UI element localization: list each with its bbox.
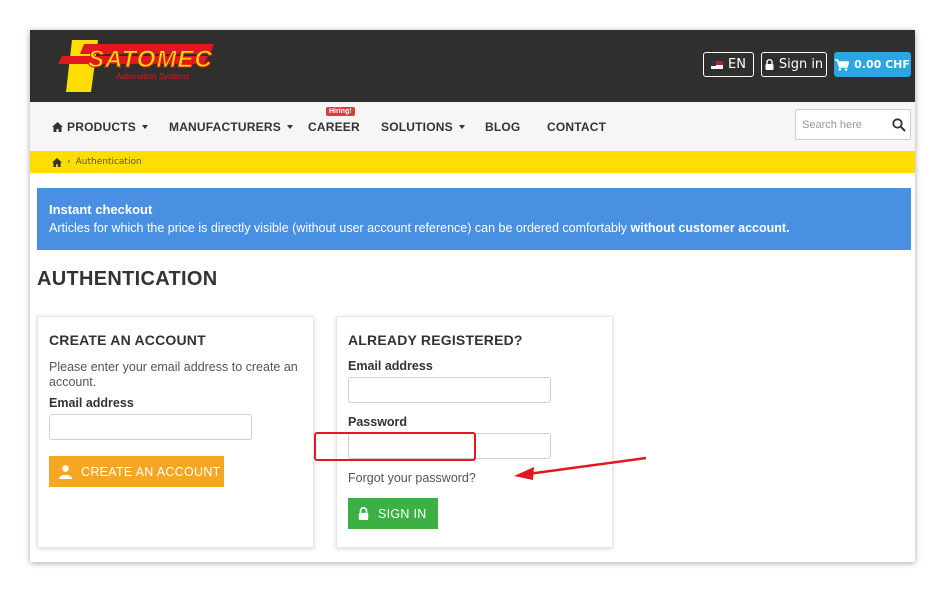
breadcrumb: › Authentication: [30, 151, 915, 173]
login-email-input[interactable]: [348, 377, 551, 403]
sign-in-button[interactable]: SIGN IN: [348, 498, 438, 529]
nav-item-contact[interactable]: CONTACT: [547, 120, 606, 134]
breadcrumb-separator: ›: [67, 157, 71, 167]
nav-item-manufacturers[interactable]: MANUFACTURERS: [169, 120, 293, 134]
sign-in-button-label: SIGN IN: [378, 506, 427, 521]
language-label: EN: [728, 57, 746, 72]
brand-tagline: Automation Systems: [115, 72, 189, 81]
cart-total: 0.00 CHF: [854, 58, 910, 71]
alert-text: Articles for which the price is directly…: [49, 221, 790, 235]
main-nav: PRODUCTS MANUFACTURERS Hiring! CAREER SO…: [30, 102, 915, 151]
nav-item-solutions[interactable]: SOLUTIONS: [381, 120, 465, 134]
chevron-down-icon: [141, 125, 148, 129]
home-icon: [52, 122, 63, 132]
browser-page: SATOMEC Automation Systems EN Sign in 0.…: [30, 30, 915, 562]
site-header: SATOMEC Automation Systems EN Sign in 0.…: [30, 30, 915, 102]
forgot-password-link[interactable]: Forgot your password?: [348, 471, 476, 485]
search-icon[interactable]: [892, 117, 906, 132]
login-password-label: Password: [348, 415, 408, 429]
instant-checkout-alert: Instant checkout Articles for which the …: [37, 188, 911, 250]
breadcrumb-current: Authentication: [75, 157, 142, 167]
brand-name: SATOMEC: [88, 46, 213, 73]
nav-item-products[interactable]: PRODUCTS: [52, 120, 148, 134]
hiring-badge: Hiring!: [326, 107, 355, 116]
page-title: AUTHENTICATION: [37, 268, 218, 290]
create-account-title: CREATE AN ACCOUNT: [49, 332, 206, 348]
alert-title: Instant checkout: [49, 202, 153, 217]
alert-text-bold: without customer account.: [630, 221, 790, 235]
create-account-button-label: CREATE AN ACCOUNT: [81, 464, 221, 479]
chevron-down-icon: [286, 125, 293, 129]
create-account-button[interactable]: CREATE AN ACCOUNT: [49, 456, 224, 487]
create-email-label: Email address: [49, 396, 134, 410]
create-email-input[interactable]: [49, 414, 252, 440]
nav-item-career[interactable]: CAREER: [308, 120, 360, 134]
header-signin-button[interactable]: Sign in: [761, 52, 827, 77]
cart-icon: [835, 58, 850, 71]
annotation-highlight-box: [314, 432, 476, 461]
us-flag-icon: [711, 60, 724, 69]
nav-item-blog[interactable]: BLOG: [485, 120, 520, 134]
lock-icon: [765, 59, 774, 70]
cart-button[interactable]: 0.00 CHF: [834, 52, 911, 77]
login-title: ALREADY REGISTERED?: [348, 332, 523, 348]
search-box: [795, 109, 911, 140]
user-icon: [59, 464, 72, 479]
home-icon[interactable]: [52, 157, 62, 167]
language-selector[interactable]: EN: [703, 52, 754, 77]
search-input[interactable]: [796, 110, 884, 139]
brand-logo[interactable]: SATOMEC Automation Systems: [58, 36, 228, 94]
header-signin-label: Sign in: [778, 57, 824, 72]
create-account-description: Please enter your email address to creat…: [49, 360, 298, 389]
annotation-arrow-icon: [514, 456, 647, 480]
create-account-panel: CREATE AN ACCOUNT Please enter your emai…: [37, 316, 314, 548]
lock-icon: [358, 507, 369, 520]
chevron-down-icon: [458, 125, 465, 129]
login-email-label: Email address: [348, 359, 433, 373]
